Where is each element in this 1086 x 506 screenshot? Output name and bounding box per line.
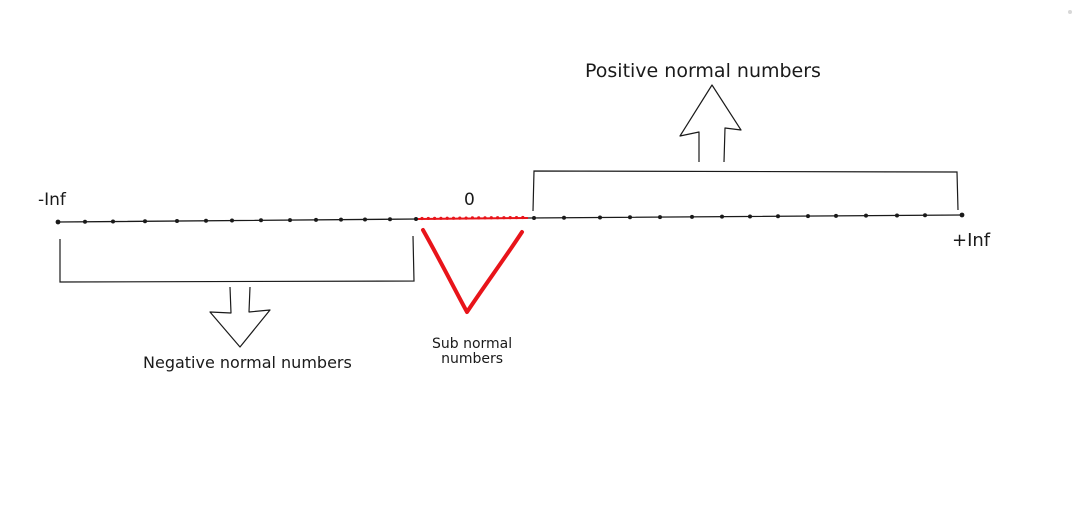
subnormal-dot: [426, 216, 430, 221]
number-dot: [690, 214, 694, 219]
number-dot: [628, 215, 632, 220]
number-dot: [363, 217, 367, 222]
number-dot: [288, 218, 292, 223]
number-dot: [414, 217, 418, 222]
corner-mark: [1068, 10, 1072, 14]
subnormal-dot: [451, 216, 456, 220]
subnormal-label-line2: numbers: [441, 350, 504, 367]
subnormal-v-marker: [421, 228, 524, 314]
subnormal-dot: [502, 216, 506, 220]
subnormal-dot: [420, 216, 424, 221]
subnormal-dot: [521, 215, 525, 220]
number-dot: [83, 219, 87, 224]
subnormal-dot: [433, 216, 437, 220]
up-arrow-icon: [679, 84, 742, 163]
number-dot: [314, 217, 318, 222]
subnormal-dot: [445, 216, 449, 220]
subnormal-dot: [508, 216, 512, 220]
number-dot: [230, 218, 234, 223]
number-dot: [339, 217, 343, 222]
number-dot: [834, 213, 838, 218]
subnormal-dot: [489, 216, 493, 220]
number-dot: [748, 214, 752, 219]
number-dot: [895, 213, 899, 218]
zero-label: 0: [464, 190, 475, 210]
subnormal-dot: [514, 215, 519, 220]
positive-normal-bracket: [532, 170, 959, 212]
number-dot: [143, 219, 147, 224]
number-dot: [776, 214, 780, 219]
number-dot: [598, 215, 602, 220]
number-dot: [864, 213, 868, 218]
number-dot: [923, 213, 927, 218]
number-dot: [388, 217, 392, 222]
negative-normal-label: Negative normal numbers: [143, 353, 352, 372]
negative-normal-bracket: [59, 235, 415, 283]
number-dot: [175, 219, 179, 224]
number-dot: [720, 214, 724, 219]
number-line-diagram: [55, 84, 965, 348]
subnormal-dot: [477, 216, 481, 220]
down-arrow-icon: [209, 286, 271, 348]
number-dot: [658, 215, 662, 220]
positive-normal-label: Positive normal numbers: [585, 60, 821, 82]
neg-inf-label: -Inf: [38, 190, 66, 210]
number-dot: [959, 212, 965, 218]
number-dot: [259, 218, 263, 223]
number-dot: [55, 219, 61, 225]
number-dot: [204, 218, 208, 223]
number-dot: [562, 215, 566, 220]
subnormal-dot: [470, 216, 474, 220]
subnormal-dot: [496, 216, 500, 220]
number-dot: [111, 219, 115, 224]
subnormal-dot: [439, 216, 443, 220]
number-dot: [532, 215, 536, 220]
subnormal-dot: [464, 216, 468, 220]
subnormal-dot: [483, 216, 487, 220]
subnormal-label-line1: Sub normal: [432, 336, 513, 352]
subnormal-dot: [458, 216, 462, 220]
subnormal-label: Sub normal numbers: [432, 337, 512, 366]
number-dot: [806, 214, 810, 219]
pos-inf-label: +Inf: [952, 230, 991, 251]
